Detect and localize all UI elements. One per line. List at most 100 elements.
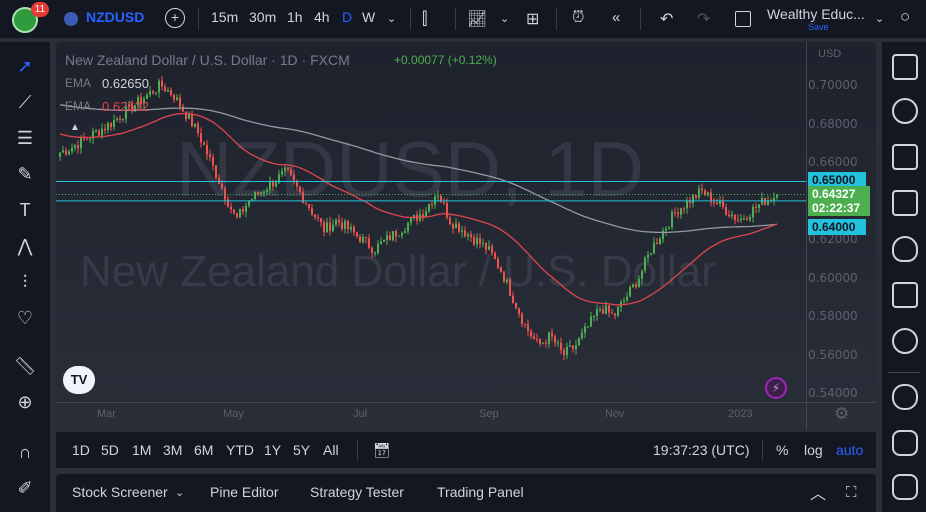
candle-body — [470, 234, 472, 238]
tab-strategy-tester[interactable]: Strategy Tester — [310, 484, 404, 500]
redo-icon[interactable]: ↷ — [697, 9, 710, 29]
streams-icon[interactable] — [892, 430, 918, 456]
ruler-icon[interactable]: 📏︎ — [13, 354, 37, 378]
compare-add-icon[interactable]: + — [165, 8, 185, 28]
range-5y[interactable]: 5Y — [293, 442, 310, 458]
range-all[interactable]: All — [323, 442, 339, 458]
brush-icon[interactable]: ✎ — [13, 162, 37, 186]
news-icon[interactable] — [892, 144, 918, 170]
ideas-lightbulb-icon[interactable] — [892, 328, 918, 354]
trend-line-icon[interactable]: ⟋ — [13, 90, 37, 114]
prediction-icon[interactable]: ⫶ — [13, 270, 37, 294]
range-1y[interactable]: 1Y — [264, 442, 281, 458]
tab-pine-editor[interactable]: Pine Editor — [210, 484, 278, 500]
calendar-icon[interactable] — [892, 282, 918, 308]
log-toggle[interactable]: log — [804, 442, 823, 458]
candle-body — [647, 254, 649, 258]
chevron-down-icon[interactable]: ⌄ — [875, 12, 884, 25]
text-icon[interactable]: T — [13, 198, 37, 222]
candle-body — [560, 342, 562, 350]
tradingview-logo[interactable]: TV — [63, 366, 95, 394]
lightning-icon[interactable]: ⚡︎ — [765, 377, 787, 399]
interval-w[interactable]: W — [362, 9, 375, 25]
fullscreen-icon[interactable] — [735, 11, 751, 27]
candles-svg — [56, 75, 806, 361]
top-toolbar: 11 NZDUSD + 15m 30m 1h 4h D W ⌄ ⫿ 📈︎ ⌄ ⊞… — [0, 0, 926, 38]
hotlist-flame-icon[interactable] — [892, 236, 918, 262]
layout-name[interactable]: Wealthy Educ... — [767, 6, 865, 22]
candle-body — [635, 284, 637, 288]
undo-icon[interactable]: ↶ — [660, 9, 673, 29]
search-icon[interactable]: ○ — [900, 7, 910, 27]
range-6m[interactable]: 6M — [194, 442, 213, 458]
candle-body — [152, 91, 154, 94]
candle-body — [473, 237, 475, 245]
watchlist-icon[interactable] — [892, 54, 918, 80]
price-tick: 0.70000 — [808, 78, 858, 92]
candle-body — [377, 244, 379, 253]
maximize-icon[interactable]: ⛶ — [846, 484, 857, 501]
chat-icon[interactable] — [892, 384, 918, 410]
fib-icon[interactable]: ☰ — [13, 126, 37, 150]
candle-body — [506, 279, 508, 282]
auto-toggle[interactable]: auto — [836, 442, 863, 458]
indicators-icon[interactable]: 📈︎ — [467, 9, 487, 29]
cursor-icon[interactable]: ➚ — [13, 54, 37, 78]
candle-body — [344, 220, 346, 229]
save-label[interactable]: Save — [808, 22, 829, 32]
candle-body — [575, 345, 577, 349]
candle-body — [599, 309, 601, 311]
candle-body — [737, 219, 739, 221]
candle-body — [590, 316, 592, 327]
tab-stock-screener[interactable]: Stock Screener — [72, 484, 168, 500]
clock[interactable]: 19:37:23 (UTC) — [653, 442, 749, 458]
range-1d[interactable]: 1D — [72, 442, 90, 458]
candles-icon[interactable]: ⫿ — [422, 9, 427, 29]
replay-icon[interactable]: « — [612, 9, 620, 26]
chart-area[interactable]: NZDUSD, 1D New Zealand Dollar / U.S. Dol… — [56, 42, 876, 430]
candle-body — [668, 227, 670, 229]
interval-4h[interactable]: 4h — [314, 9, 330, 25]
candle-body — [443, 201, 445, 204]
candle-body — [407, 222, 409, 232]
interval-15m[interactable]: 15m — [211, 9, 238, 25]
candle-body — [518, 308, 520, 314]
candle-body — [317, 216, 319, 219]
zoom-icon[interactable]: ⊕ — [13, 390, 37, 414]
interval-1h[interactable]: 1h — [287, 9, 303, 25]
heart-icon[interactable]: ♡ — [13, 306, 37, 330]
collapse-legend-icon[interactable]: ▲ — [70, 122, 80, 133]
chevron-down-icon[interactable]: ⌄ — [387, 12, 396, 25]
templates-icon[interactable]: ⊞ — [526, 9, 539, 29]
percent-toggle[interactable]: % — [776, 442, 788, 458]
alert-icon[interactable]: ⏰︎ — [572, 9, 584, 27]
candle-body — [245, 205, 247, 212]
magnet-icon[interactable]: ∩ — [13, 440, 37, 464]
chevron-up-icon[interactable]: ︿ — [810, 480, 826, 504]
chevron-down-icon[interactable]: ⌄ — [175, 486, 184, 499]
messages-icon[interactable] — [892, 474, 918, 500]
pattern-icon[interactable]: ⋀ — [13, 234, 37, 258]
candle-body — [281, 171, 283, 175]
candle-body — [155, 92, 157, 94]
range-3m[interactable]: 3M — [163, 442, 182, 458]
candle-body — [491, 246, 493, 254]
interval-30m[interactable]: 30m — [249, 9, 276, 25]
tab-trading-panel[interactable]: Trading Panel — [437, 484, 524, 500]
currency-selector[interactable]: USD — [818, 48, 841, 60]
range-5d[interactable]: 5D — [101, 442, 119, 458]
candle-body — [335, 219, 337, 225]
date-range-icon[interactable]: 📅︎ — [373, 442, 391, 459]
alarm-clock-icon[interactable] — [892, 98, 918, 124]
range-ytd[interactable]: YTD — [226, 442, 254, 458]
symbol-search[interactable]: NZDUSD — [86, 9, 144, 25]
ema1-label: EMA — [65, 76, 92, 90]
add-list-icon[interactable] — [892, 190, 918, 216]
candle-body — [77, 145, 79, 149]
settings-gear-icon[interactable]: ⚙ — [834, 404, 849, 424]
chevron-down-icon[interactable]: ⌄ — [500, 12, 509, 25]
range-1m[interactable]: 1M — [132, 442, 151, 458]
interval-d[interactable]: D — [342, 9, 352, 25]
candle-body — [350, 226, 352, 230]
lock-draw-icon[interactable]: ✐ — [13, 476, 37, 500]
